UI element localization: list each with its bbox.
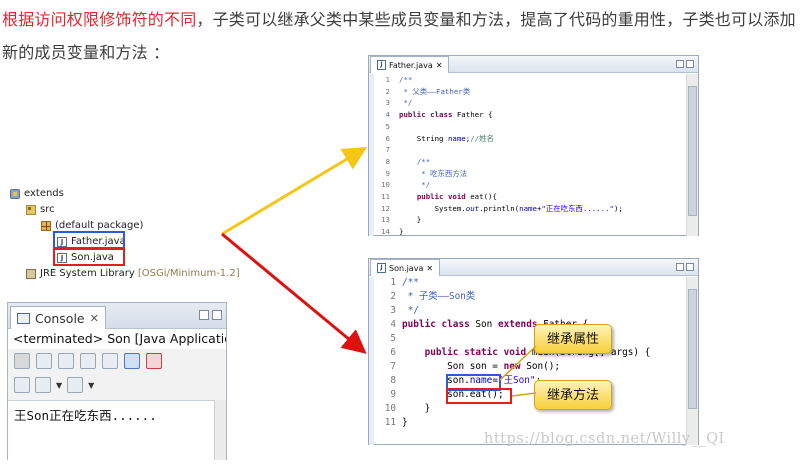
arrow-to-father-editor xyxy=(221,146,368,236)
watermark: https://blog.csdn.net/Willy__QI xyxy=(484,431,725,447)
callout-pointer-method xyxy=(511,392,537,397)
arrows-layer xyxy=(221,146,537,397)
callout-pointer-field xyxy=(499,345,537,381)
arrow-to-son-editor xyxy=(221,232,367,354)
